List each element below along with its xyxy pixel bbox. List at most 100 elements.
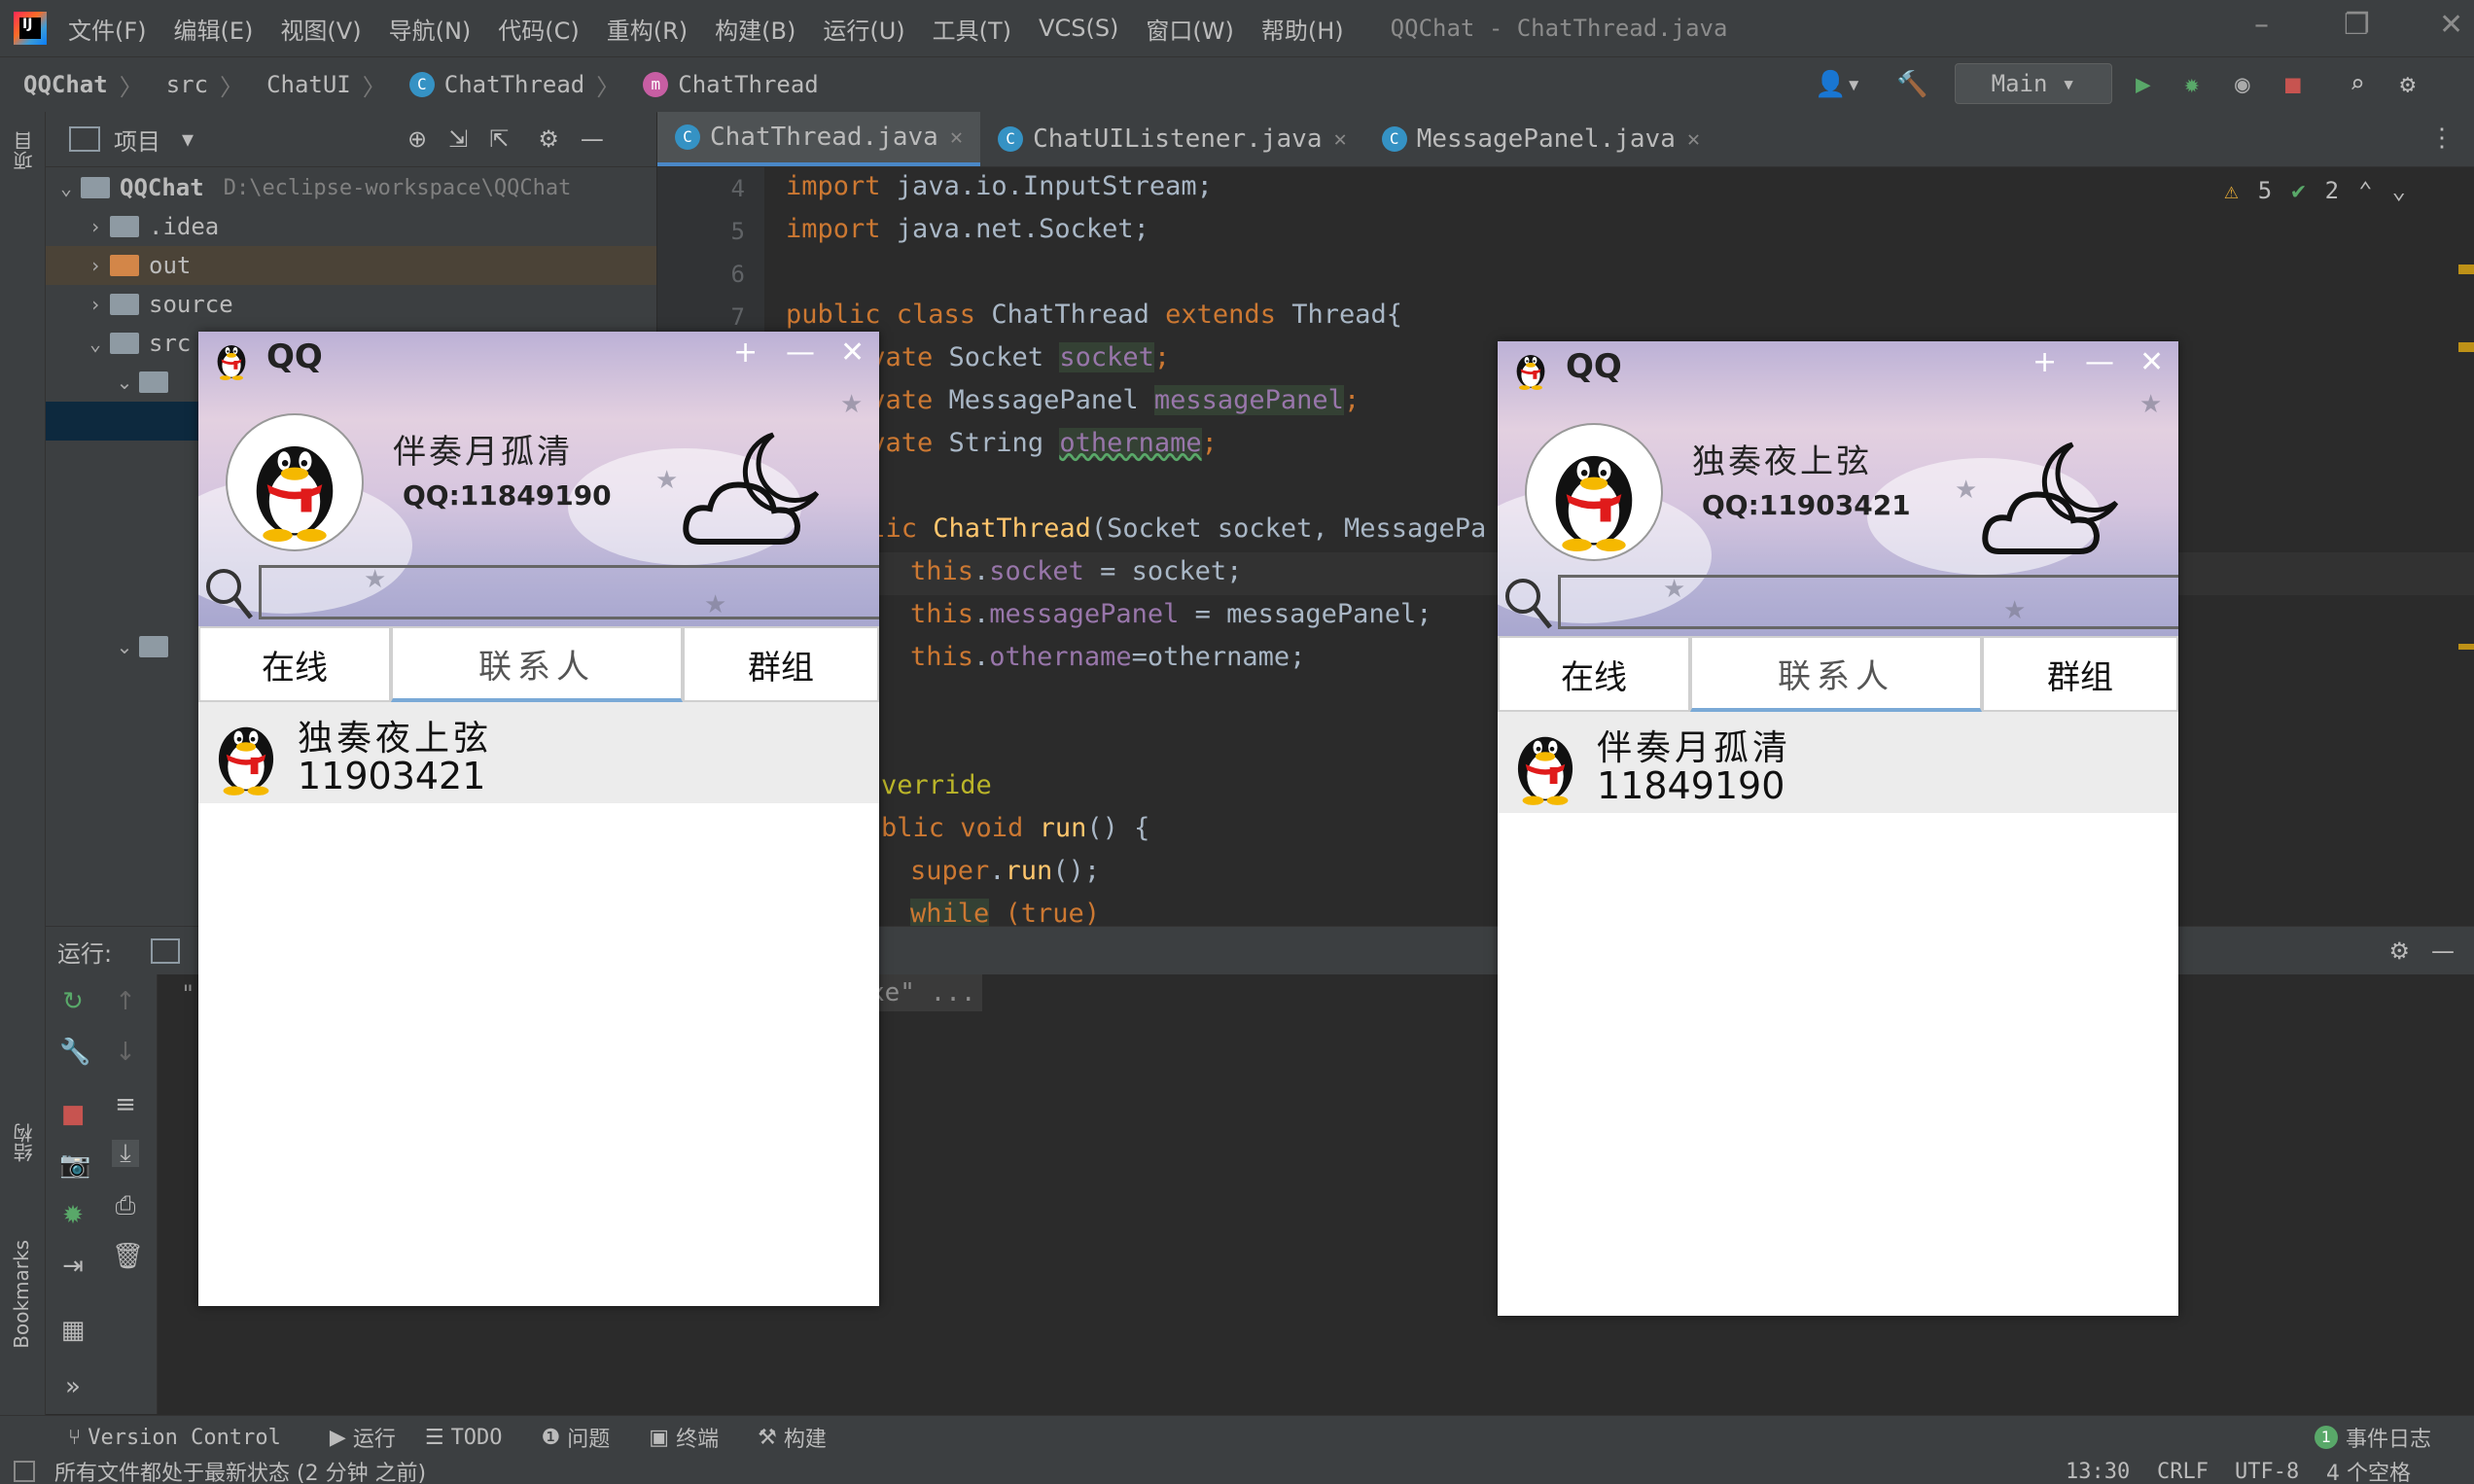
expand-all-icon[interactable]: ⇲	[448, 125, 468, 153]
close-tab-icon[interactable]: ✕	[1687, 127, 1700, 152]
tab-online[interactable]: 在线	[198, 626, 391, 702]
file-encoding[interactable]: UTF-8	[2235, 1460, 2299, 1484]
indent-setting[interactable]: 4 个空格	[2326, 1459, 2411, 1484]
more-icon[interactable]: »	[59, 1373, 87, 1400]
collapse-all-icon[interactable]: ⇱	[489, 125, 509, 153]
settings-icon[interactable]: ⚙	[2400, 67, 2416, 102]
login-icon[interactable]: ⇥	[59, 1253, 87, 1280]
tab-chatthread[interactable]: C ChatThread.java ✕	[657, 112, 981, 166]
close-tab-icon[interactable]: ✕	[1333, 127, 1346, 152]
contact-list-item[interactable]: 独奏夜上弦 11903421	[198, 702, 879, 803]
tab-contacts[interactable]: 联系人	[391, 626, 683, 702]
layout-icon[interactable]: ▦	[59, 1317, 87, 1344]
error-stripe-mark[interactable]	[2458, 265, 2474, 274]
error-stripe-mark[interactable]	[2458, 644, 2474, 650]
close-icon[interactable]: ✕	[2139, 345, 2164, 379]
chevron-up-icon[interactable]: ⌃	[2358, 177, 2372, 204]
close-tab-icon[interactable]: ✕	[950, 125, 963, 150]
print-icon[interactable]: ⎙	[112, 1192, 139, 1219]
run-config-select[interactable]: Main ▾	[1955, 63, 2112, 104]
run-icon[interactable]: ▶	[2136, 67, 2151, 102]
structure-tool-label[interactable]: 结构	[10, 1123, 38, 1162]
tree-item-out[interactable]: › out	[46, 246, 656, 285]
build-hammer-icon[interactable]: 🔨	[1896, 67, 1927, 102]
inspection-widget[interactable]: ⚠ 5 ✔ 2 ⌃ ⌄	[2224, 177, 2406, 204]
trash-icon[interactable]: 🗑	[112, 1243, 144, 1270]
menu-run[interactable]: 运行(U)	[823, 12, 904, 46]
qq-window-left[interactable]: ★ ★ ★ ★ QQ + — ✕ 伴奏月孤清 QQ:11849190 在线 联系…	[198, 332, 879, 1306]
menu-refactor[interactable]: 重构(R)	[607, 12, 688, 46]
gear-icon[interactable]: ⚙	[2388, 937, 2410, 965]
arrow-up-icon[interactable]: ↑	[112, 988, 139, 1015]
close-icon[interactable]: ✕	[2439, 8, 2463, 42]
breadcrumb-project[interactable]: QQChat 〉	[23, 68, 143, 102]
search-icon[interactable]	[1502, 575, 1554, 633]
rerun-icon[interactable]: ↻	[59, 988, 87, 1015]
qq-window-right[interactable]: ★ ★ ★ ★ QQ + — ✕ 独奏夜上弦 QQ:11903421 在线 联系…	[1498, 341, 2178, 1316]
avatar[interactable]	[1525, 423, 1663, 561]
menu-navigate[interactable]: 导航(N)	[389, 12, 472, 46]
tool-tab-todo[interactable]: ☰ TODO	[425, 1426, 503, 1450]
locate-icon[interactable]: ⊕	[407, 125, 427, 153]
bookmarks-tool-label[interactable]: Bookmarks	[10, 1240, 33, 1349]
minimize-icon[interactable]: —	[786, 336, 815, 370]
scroll-to-end-icon[interactable]: ⤓	[112, 1140, 139, 1167]
menu-vcs[interactable]: VCS(S)	[1039, 15, 1118, 42]
breadcrumb-src[interactable]: src 〉	[166, 68, 243, 102]
chevron-down-icon[interactable]: ⌄	[2392, 177, 2406, 204]
breadcrumb-package[interactable]: ChatUI 〉	[266, 68, 386, 102]
tree-item-source[interactable]: › source	[46, 285, 656, 324]
hide-icon[interactable]: —	[2431, 937, 2455, 965]
search-icon[interactable]: ⌕	[2350, 67, 2365, 102]
add-icon[interactable]: +	[733, 336, 758, 370]
camera-icon[interactable]: 📷	[59, 1151, 90, 1179]
close-icon[interactable]: ✕	[840, 336, 865, 370]
wrench-icon[interactable]: 🔧	[59, 1039, 90, 1066]
chevron-down-icon[interactable]: ⌄	[110, 371, 139, 394]
tab-messagepanel[interactable]: C MessagePanel.java ✕	[1364, 112, 1717, 166]
add-icon[interactable]: +	[2032, 345, 2057, 379]
stop-icon[interactable]: ■	[2285, 67, 2301, 102]
minimize-icon[interactable]: –	[2254, 8, 2269, 42]
tool-tab-terminal[interactable]: ▣ 终端	[649, 1422, 719, 1453]
minimize-icon[interactable]: —	[2085, 345, 2114, 379]
menu-edit[interactable]: 编辑(E)	[174, 12, 254, 46]
chevron-down-icon[interactable]: ▾	[182, 125, 194, 153]
restore-icon[interactable]: ❐	[2344, 8, 2370, 42]
search-input[interactable]	[1558, 575, 2178, 629]
coverage-icon[interactable]: ◉	[2235, 67, 2250, 102]
menu-code[interactable]: 代码(C)	[498, 12, 579, 46]
chevron-down-icon[interactable]: ⌄	[52, 176, 81, 199]
menu-tools[interactable]: 工具(T)	[933, 12, 1011, 46]
tab-groups[interactable]: 群组	[683, 626, 879, 702]
menu-file[interactable]: 文件(F)	[68, 12, 147, 46]
chevron-down-icon[interactable]: ⌄	[81, 332, 110, 355]
chevron-right-icon[interactable]: ›	[81, 254, 110, 277]
caret-position[interactable]: 13:30	[2066, 1460, 2130, 1484]
tab-chatuilistener[interactable]: C ChatUIListener.java ✕	[980, 112, 1364, 166]
avatar[interactable]	[226, 413, 364, 551]
error-stripe-mark[interactable]	[2458, 342, 2474, 352]
chevron-right-icon[interactable]: ›	[81, 215, 110, 238]
breadcrumb-method[interactable]: m ChatThread	[643, 71, 819, 98]
arrow-down-icon[interactable]: ↓	[112, 1039, 139, 1066]
tool-tab-problems[interactable]: ❶ 问题	[542, 1422, 611, 1453]
hide-icon[interactable]: —	[581, 125, 604, 153]
search-input[interactable]	[259, 565, 879, 619]
more-vertical-icon[interactable]: ⋮	[2429, 124, 2455, 153]
search-icon[interactable]	[202, 565, 255, 623]
debug-icon[interactable]: ✹	[2184, 67, 2200, 102]
project-tool-label[interactable]: 项目	[10, 131, 38, 170]
tab-contacts[interactable]: 联系人	[1690, 636, 1982, 712]
line-separator[interactable]: CRLF	[2157, 1460, 2209, 1484]
user-icon[interactable]: 👤▾	[1815, 67, 1861, 102]
menu-build[interactable]: 构建(B)	[715, 12, 795, 46]
chevron-right-icon[interactable]: ›	[81, 293, 110, 316]
soft-wrap-icon[interactable]: ≡	[112, 1091, 139, 1118]
chevron-down-icon[interactable]: ⌄	[110, 635, 139, 658]
event-log-button[interactable]: 1 事件日志	[2314, 1422, 2431, 1453]
menu-help[interactable]: 帮助(H)	[1261, 12, 1344, 46]
debug-icon[interactable]: ✹	[59, 1202, 87, 1229]
menu-view[interactable]: 视图(V)	[280, 12, 361, 46]
tool-tab-run[interactable]: ▶ 运行	[330, 1422, 396, 1453]
